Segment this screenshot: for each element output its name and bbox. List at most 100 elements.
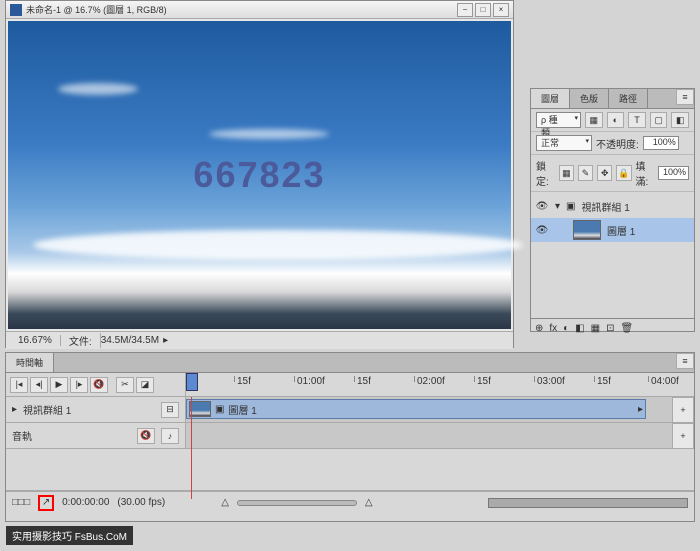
opacity-input[interactable]: 100% xyxy=(643,136,679,150)
lock-label: 鎖定: xyxy=(536,158,555,188)
fill-input[interactable]: 100% xyxy=(658,166,689,180)
layers-footer: ⊕ fx ◐ ◧ ▦ ⊡ 🗑 xyxy=(531,318,694,338)
minimize-button[interactable]: − xyxy=(457,3,473,17)
visibility-icon[interactable]: 👁 xyxy=(535,225,549,236)
mask-icon[interactable]: ◐ xyxy=(563,323,569,334)
clip-name: 圖層 1 xyxy=(228,402,256,417)
mute-button[interactable]: 🔇 xyxy=(90,377,108,393)
app-icon xyxy=(10,4,22,16)
play-button[interactable]: ▶ xyxy=(50,377,68,393)
track-label-area: ▸ 視訊群組 1 ⊟ xyxy=(6,397,186,422)
lock-paint-icon[interactable]: ✎ xyxy=(578,165,593,181)
lock-transparent-icon[interactable]: ▦ xyxy=(559,165,574,181)
render-button[interactable]: ↗ xyxy=(38,495,54,511)
document-window: 未命名-1 @ 16.7% (圖層 1, RGB/8) − □ × 667823… xyxy=(5,0,514,348)
opacity-label: 不透明度: xyxy=(596,136,639,151)
tab-paths[interactable]: 路徑 xyxy=(609,89,648,108)
fill-label: 填滿: xyxy=(636,158,655,188)
ruler-tick: 15f xyxy=(234,376,251,382)
zoom-out-icon[interactable]: △ xyxy=(221,497,229,508)
audio-note-icon[interactable]: ♪ xyxy=(161,428,179,444)
clip-thumbnail xyxy=(189,401,211,417)
new-layer-icon[interactable]: ⊡ xyxy=(606,323,614,334)
track-label-area: 音軌 🔇 ♪ xyxy=(6,423,186,448)
ruler-tick: 15f xyxy=(354,376,371,382)
filter-image-icon[interactable]: ▦ xyxy=(585,112,603,128)
group-icon[interactable]: ▦ xyxy=(591,323,600,334)
link-icon[interactable]: ⊕ xyxy=(535,323,543,334)
prev-frame-button[interactable]: ◂| xyxy=(30,377,48,393)
video-clip[interactable]: ▣ 圖層 1 ▸ xyxy=(186,399,646,419)
split-button[interactable]: ✂ xyxy=(116,377,134,393)
transport-controls: |◂ ◂| ▶ |▸ 🔇 ✂ ◪ xyxy=(6,373,186,396)
ruler-tick: 03:00f xyxy=(534,376,565,382)
add-audio-button[interactable]: + xyxy=(672,423,694,449)
disclosure-icon[interactable]: ▸ xyxy=(12,404,17,415)
close-button[interactable]: × xyxy=(493,3,509,17)
filter-smart-icon[interactable]: ◧ xyxy=(671,112,689,128)
next-frame-button[interactable]: |▸ xyxy=(70,377,88,393)
video-track[interactable]: ▣ 圖層 1 ▸ xyxy=(186,397,672,422)
document-title: 未命名-1 @ 16.7% (圖層 1, RGB/8) xyxy=(26,3,455,16)
timeline-panel: 時間軸 ≡ |◂ ◂| ▶ |▸ 🔇 ✂ ◪ 15f 01:00f 15f 02… xyxy=(5,352,695,522)
layer-group-row[interactable]: 👁 ▾ ▣ 視訊群組 1 xyxy=(531,194,694,218)
time-ruler[interactable]: 15f 01:00f 15f 02:00f 15f 03:00f 15f 04:… xyxy=(186,373,694,396)
canvas[interactable]: 667823 xyxy=(8,21,511,329)
maximize-button[interactable]: □ xyxy=(475,3,491,17)
ruler-tick: 01:00f xyxy=(294,376,325,382)
tab-layers[interactable]: 圖層 xyxy=(531,89,570,108)
audio-track-row: 音軌 🔇 ♪ + xyxy=(6,423,694,449)
layer-thumbnail xyxy=(573,220,601,240)
layers-panel: 圖層 色版 路徑 ≡ ρ 種類 ▦ ◐ T ▢ ◧ 正常 不透明度: 100% … xyxy=(530,88,695,332)
lock-row: 鎖定: ▦ ✎ ✥ 🔒 填滿: 100% xyxy=(531,155,694,192)
ruler-tick: 15f xyxy=(474,376,491,382)
fx-icon[interactable]: fx xyxy=(549,323,557,334)
statusbar: 16.67% 文件: 34.5M/34.5M ▸ xyxy=(6,331,513,349)
disclosure-icon[interactable]: ▸ xyxy=(163,335,168,346)
film-icon: ▣ xyxy=(215,404,224,415)
transition-button[interactable]: ◪ xyxy=(136,377,154,393)
visibility-icon[interactable]: 👁 xyxy=(535,201,549,212)
kind-filter-row: ρ 種類 ▦ ◐ T ▢ ◧ xyxy=(531,109,694,132)
blend-mode-select[interactable]: 正常 xyxy=(536,135,592,151)
tab-timeline[interactable]: 時間軸 xyxy=(6,353,54,372)
timecode[interactable]: 0:00:00:00 xyxy=(62,497,109,508)
zoom-status[interactable]: 16.67% xyxy=(10,335,61,346)
filter-shape-icon[interactable]: ▢ xyxy=(650,112,668,128)
mute-icon[interactable]: 🔇 xyxy=(137,428,155,444)
ruler-tick: 15f xyxy=(594,376,611,382)
clip-menu-icon[interactable]: ▸ xyxy=(638,404,643,415)
first-frame-button[interactable]: |◂ xyxy=(10,377,28,393)
tab-channels[interactable]: 色版 xyxy=(570,89,609,108)
track-film-icon[interactable]: ⊟ xyxy=(161,402,179,418)
layer-row[interactable]: 👁 圖層 1 xyxy=(531,218,694,242)
kind-select[interactable]: ρ 種類 xyxy=(536,112,581,128)
filter-adjust-icon[interactable]: ◐ xyxy=(607,112,625,128)
frames-mode-icon[interactable]: □□□ xyxy=(12,497,30,508)
video-track-row: ▸ 視訊群組 1 ⊟ ▣ 圖層 1 ▸ + xyxy=(6,397,694,423)
disclosure-icon[interactable]: ▾ xyxy=(555,201,560,212)
audio-track[interactable] xyxy=(186,423,672,448)
trash-icon[interactable]: 🗑 xyxy=(621,323,634,334)
lock-all-icon[interactable]: 🔒 xyxy=(616,165,631,181)
timeline-tabs: 時間軸 ≡ xyxy=(6,353,694,373)
panel-menu-icon[interactable]: ≡ xyxy=(676,89,694,105)
zoom-slider[interactable] xyxy=(237,500,357,506)
blend-row: 正常 不透明度: 100% xyxy=(531,132,694,155)
layers-list: 👁 ▾ ▣ 視訊群組 1 👁 圖層 1 xyxy=(531,192,694,318)
add-media-button[interactable]: + xyxy=(672,397,694,423)
watermark-text: 667823 xyxy=(193,154,325,196)
filter-type-icon[interactable]: T xyxy=(628,112,646,128)
group-name: 視訊群組 1 xyxy=(581,199,629,214)
track-name: 視訊群組 1 xyxy=(23,402,71,417)
zoom-in-icon[interactable]: △ xyxy=(365,497,373,508)
timeline-empty-area xyxy=(6,449,694,491)
lock-move-icon[interactable]: ✥ xyxy=(597,165,612,181)
adjust-icon[interactable]: ◧ xyxy=(575,323,584,334)
scrollbar[interactable] xyxy=(488,498,688,508)
track-name: 音軌 xyxy=(12,428,32,443)
playhead[interactable] xyxy=(186,373,198,391)
fps-display: (30.00 fps) xyxy=(117,497,165,508)
ruler-tick: 04:00f xyxy=(648,376,679,382)
panel-menu-icon[interactable]: ≡ xyxy=(676,353,694,369)
